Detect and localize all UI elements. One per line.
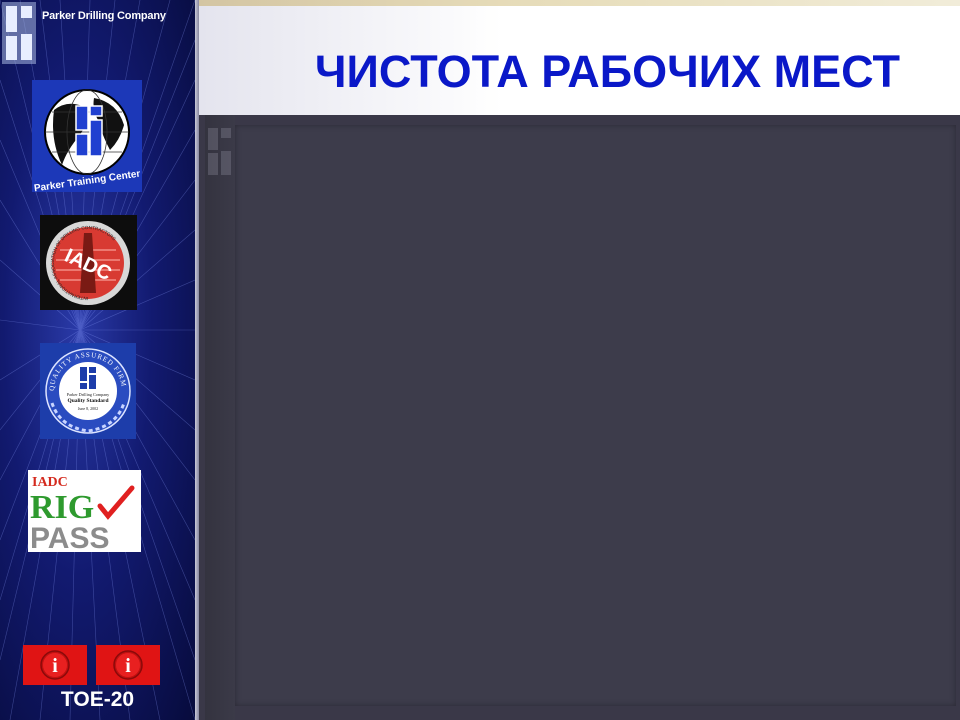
parker-watermark-icon (208, 128, 231, 175)
rigpass-top: IADC (32, 475, 68, 490)
quality-line1: Parker Drilling Company (67, 392, 110, 397)
content-left-stripe (205, 115, 235, 720)
info-icon: i (40, 650, 70, 680)
title-bar-shade (199, 0, 960, 6)
rigpass-bottom: PASS (30, 522, 109, 552)
course-code: TOE-20 (60, 688, 135, 711)
company-name: Parker Drilling Company (42, 10, 166, 22)
rigpass-mid: RIG (30, 489, 94, 526)
quality-seal-icon: Parker Drilling Company Quality Standard… (45, 348, 131, 434)
iadc-logo: IADC INTERNATIONAL ASSOCIATION OF DRILLI… (40, 215, 137, 310)
globe-icon: Parker Training Center (33, 89, 141, 194)
page-title: ЧИСТОТА РАБОЧИХ МЕСТ (314, 46, 900, 97)
content-area (235, 125, 956, 706)
parker-training-center-logo: Parker Training Center (32, 80, 142, 194)
info-button-1[interactable]: i (23, 645, 87, 685)
sidebar: Parker Drilling Company Parker Training … (0, 0, 195, 720)
rigpass-logo-icon: IADC RIG PASS (30, 475, 135, 555)
quality-line2: Quality Standard (67, 398, 108, 404)
parker-corner-logo-icon (2, 2, 36, 64)
info-button-2[interactable]: i (96, 645, 160, 685)
info-icon: i (113, 650, 143, 680)
checkmark-icon (97, 485, 135, 520)
quality-standard-seal: Parker Drilling Company Quality Standard… (40, 343, 136, 439)
title-bar: ЧИСТОТА РАБОЧИХ МЕСТ (199, 0, 960, 115)
iadc-seal-icon: IADC INTERNATIONAL ASSOCIATION OF DRILLI… (46, 221, 130, 305)
svg-text:i: i (125, 655, 131, 677)
content-panel (199, 115, 960, 720)
iadc-rigpass-logo: IADC RIG PASS (28, 470, 141, 555)
svg-text:i: i (52, 655, 58, 677)
